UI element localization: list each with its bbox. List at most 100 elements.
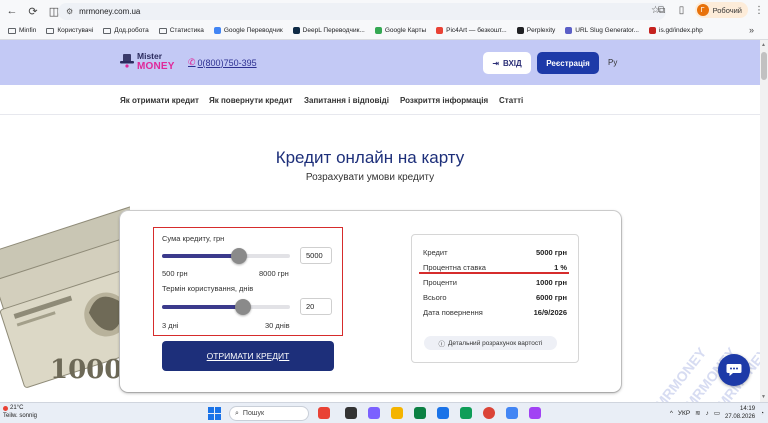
term-label: Термін користування, днів — [162, 284, 254, 293]
folder-icon — [46, 27, 55, 34]
chat-icon — [726, 364, 742, 376]
url-text: mrmoney.com.ua — [79, 7, 141, 16]
search-placeholder: Пошук — [242, 410, 265, 417]
summary-row-credit: Кредит 5000 грн — [423, 248, 567, 257]
isgd-icon — [649, 27, 656, 34]
main-nav: Як отримати кредит Як повернути кредит З… — [0, 85, 760, 115]
tray-language[interactable]: УКР — [678, 410, 690, 417]
reload-icon[interactable]: ⟳ — [24, 2, 42, 20]
phone-link[interactable]: ✆ 0(800)750-395 — [188, 57, 257, 68]
bookmark-item[interactable]: Google Карты — [374, 27, 426, 34]
tray-overflow-icon[interactable]: ^ — [670, 410, 673, 417]
wifi-icon[interactable]: ≋ — [695, 409, 700, 417]
details-button[interactable]: ⓘ Детальний розрахунок вартості — [424, 336, 557, 350]
folder-icon — [158, 27, 167, 34]
register-button[interactable]: Реєстрація — [537, 52, 599, 74]
login-label: ВХІД — [502, 58, 522, 68]
avatar: Г — [696, 4, 709, 16]
side-panel-icon[interactable]: ▯ — [675, 5, 689, 16]
site-header: Mister MONEY ✆ 0(800)750-395 ⇥ ВХІД Реєс… — [0, 40, 760, 85]
logo-text-bottom: MONEY — [137, 61, 175, 72]
windows-taskbar: 21°C Teilw. sonnig ⌕ Пошук ^ УКР ≋ ♪ ▭ 1… — [0, 402, 768, 423]
site-info-icon[interactable]: ⚙ — [66, 7, 73, 16]
logo[interactable]: Mister MONEY — [119, 49, 175, 75]
scroll-thumb[interactable] — [761, 52, 767, 80]
pic4art-icon — [436, 27, 444, 34]
clock[interactable]: 14:19 27.08.2026 — [725, 405, 755, 421]
bookmark-item[interactable]: Perplexity — [516, 27, 555, 34]
app-icon-copilot[interactable] — [368, 407, 380, 419]
term-input[interactable]: 20 — [300, 298, 332, 315]
page-scrollbar[interactable]: ▲ ▼ — [760, 40, 768, 402]
slug-icon — [565, 27, 573, 34]
hat-logo-icon — [120, 54, 134, 68]
amount-max: 8000 грн — [259, 269, 289, 278]
browser-toolbar: ← ⟳ ◫ ⚙ mrmoney.com.ua ☆ ⧉ ▯ Г Робочий ⋮ — [0, 0, 768, 22]
term-slider-handle[interactable] — [234, 299, 251, 315]
address-bar[interactable]: ⚙ mrmoney.com.ua ☆ — [58, 3, 666, 20]
app-icon-edge[interactable] — [414, 407, 426, 419]
bookmark-item[interactable]: is.gd/index.php — [649, 27, 703, 34]
back-icon[interactable]: ← — [3, 2, 21, 20]
amount-slider[interactable] — [162, 248, 290, 264]
term-slider-fill — [162, 305, 243, 309]
language-switch[interactable]: Ру — [608, 58, 617, 67]
more-menu-icon[interactable]: ⋮ — [754, 5, 764, 16]
term-max: 30 днів — [265, 321, 290, 330]
deepl-icon — [292, 27, 300, 34]
login-icon: ⇥ — [492, 58, 499, 68]
volume-icon[interactable]: ♪ — [706, 410, 709, 417]
bookmark-item[interactable]: Дод.робота — [103, 27, 149, 34]
bookmark-item[interactable]: Користувачі — [46, 27, 93, 34]
bookmark-item[interactable]: Pic4Art — безкошт... — [436, 27, 507, 34]
taskbar-search[interactable]: ⌕ Пошук — [229, 406, 309, 421]
banknote-value: 1000 — [50, 355, 122, 385]
weather-widget[interactable]: 21°C Teilw. sonnig — [3, 405, 37, 420]
amount-input[interactable]: 5000 — [300, 247, 332, 264]
bookmark-item[interactable]: DeepL Переводчик... — [292, 27, 365, 34]
profile-chip[interactable]: Г Робочий — [694, 2, 748, 18]
page-title: Кредит онлайн на карту — [275, 148, 465, 167]
summary-row-rate: Процентна ставка 1 % — [423, 263, 567, 272]
page-subtitle: Розрахувати умови кредиту — [305, 172, 435, 183]
chat-button[interactable] — [718, 354, 750, 386]
nav-faq[interactable]: Запитання і відповіді — [304, 96, 389, 105]
rate-annotation-underline — [419, 272, 569, 274]
get-credit-button[interactable]: ОТРИМАТИ КРЕДИТ — [162, 341, 334, 371]
bookmark-item[interactable]: URL Slug Generator... — [565, 27, 639, 34]
amount-slider-fill — [162, 254, 239, 258]
start-button[interactable] — [208, 407, 221, 420]
app-icon-snipping[interactable] — [529, 407, 541, 419]
bookmark-item[interactable]: Статистика — [158, 27, 204, 34]
details-label: Детальний розрахунок вартості — [447, 339, 543, 347]
extensions-icon[interactable]: ⧉ — [655, 5, 669, 16]
nav-articles[interactable]: Статті — [499, 96, 523, 105]
scroll-down-icon[interactable]: ▼ — [761, 394, 766, 400]
search-icon: ⌕ — [235, 409, 239, 417]
app-icon-chrome[interactable] — [483, 407, 495, 419]
profile-label: Робочий — [712, 5, 742, 15]
login-button[interactable]: ⇥ ВХІД — [483, 52, 531, 74]
bookmark-item[interactable]: Google Переводчик — [213, 27, 283, 34]
amount-slider-handle[interactable] — [230, 248, 247, 264]
amount-min: 500 грн — [162, 269, 188, 278]
nav-disclosure[interactable]: Розкриття інформація — [400, 96, 488, 105]
app-icon-task-view[interactable] — [345, 407, 357, 419]
app-icon-mail[interactable] — [437, 407, 449, 419]
app-icon-explorer[interactable] — [391, 407, 403, 419]
phone-icon: ✆ — [188, 57, 196, 67]
app-icon-widgets[interactable] — [318, 407, 330, 419]
scroll-up-icon[interactable]: ▲ — [761, 42, 766, 48]
app-icon-docs[interactable] — [506, 407, 518, 419]
amount-label: Сума кредиту, грн — [162, 234, 225, 243]
term-slider[interactable] — [162, 299, 290, 315]
app-icon-store[interactable] — [460, 407, 472, 419]
nav-how-to-get[interactable]: Як отримати кредит — [120, 96, 199, 105]
battery-icon[interactable]: ▭ — [714, 409, 720, 417]
bookmarks-overflow-icon[interactable]: » — [749, 25, 754, 35]
notifications-icon[interactable]: ◔ — [760, 410, 764, 417]
summary-row-total: Всього 6000 грн — [423, 293, 567, 302]
nav-how-to-repay[interactable]: Як повернути кредит — [209, 96, 293, 105]
bookmark-item[interactable]: Minfin — [8, 27, 36, 34]
folder-icon — [103, 27, 112, 34]
